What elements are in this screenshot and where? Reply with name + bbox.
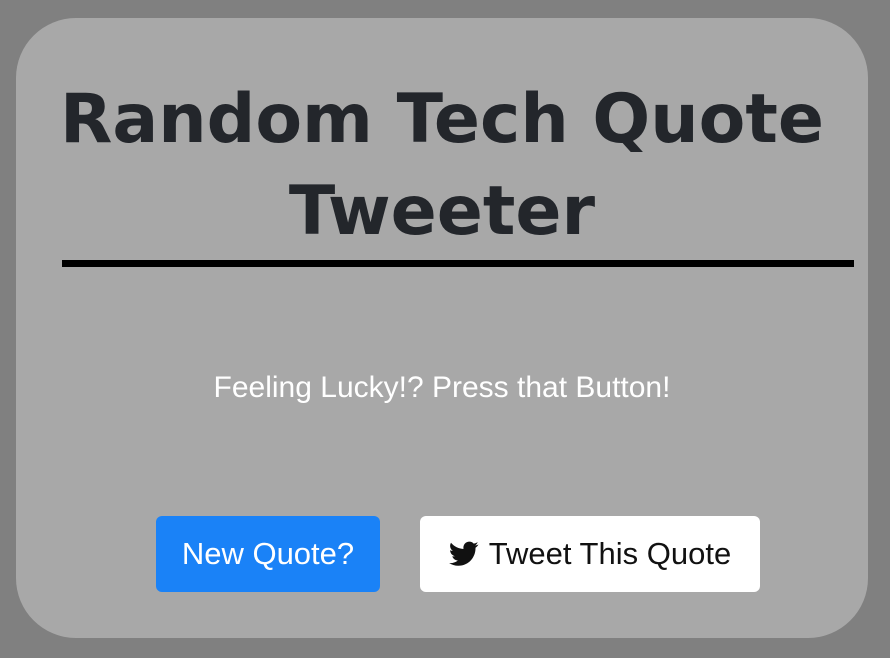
page-title-line-2: Tweeter — [288, 172, 596, 251]
new-quote-button[interactable]: New Quote? — [156, 516, 380, 592]
title-divider — [62, 260, 854, 267]
page-title-line-1: Random Tech Quote — [59, 80, 824, 159]
quote-prompt-text: Feeling Lucky!? Press that Button! — [213, 371, 671, 404]
tweet-quote-button[interactable]: Tweet This Quote — [420, 516, 760, 592]
new-quote-button-label: New Quote? — [181, 536, 355, 571]
twitter-bird-icon — [448, 541, 479, 567]
quote-card: Random Tech Quote Tweeter Feeling Lucky!… — [16, 18, 868, 638]
tweet-quote-button-label: Tweet This Quote — [488, 536, 732, 571]
page-title: Random Tech Quote Tweeter — [16, 74, 868, 258]
